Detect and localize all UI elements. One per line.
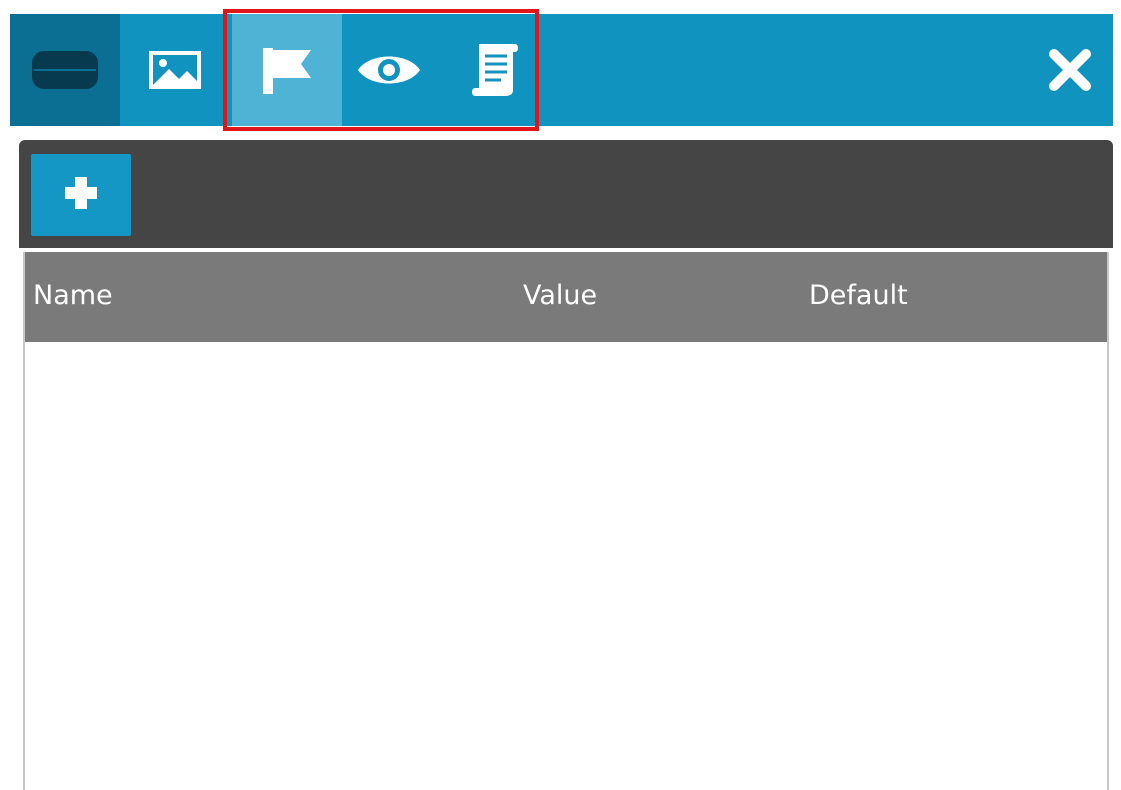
tab-image[interactable]	[120, 14, 230, 126]
image-icon	[147, 49, 203, 91]
add-button[interactable]	[31, 154, 131, 236]
eye-icon	[354, 50, 424, 90]
properties-window: Name Value Default	[10, 9, 1113, 790]
column-header-default[interactable]: Default	[809, 280, 908, 311]
tab-bar	[10, 9, 1113, 131]
tab-view[interactable]	[334, 14, 444, 126]
properties-panel: Name Value Default	[19, 140, 1113, 790]
tab-device[interactable]	[10, 14, 120, 126]
flag-icon	[259, 44, 315, 96]
device-icon	[30, 49, 100, 91]
toolbar	[19, 140, 1113, 248]
close-button[interactable]	[1040, 42, 1100, 102]
close-icon	[1046, 46, 1094, 98]
properties-table: Name Value Default	[23, 252, 1109, 790]
tab-script[interactable]	[440, 14, 550, 126]
plus-icon	[61, 173, 101, 217]
tab-flags[interactable]	[232, 14, 342, 126]
column-header-name[interactable]: Name	[33, 280, 113, 311]
table-header: Name Value Default	[25, 252, 1107, 342]
script-icon	[467, 40, 523, 100]
column-header-value[interactable]: Value	[523, 280, 597, 311]
